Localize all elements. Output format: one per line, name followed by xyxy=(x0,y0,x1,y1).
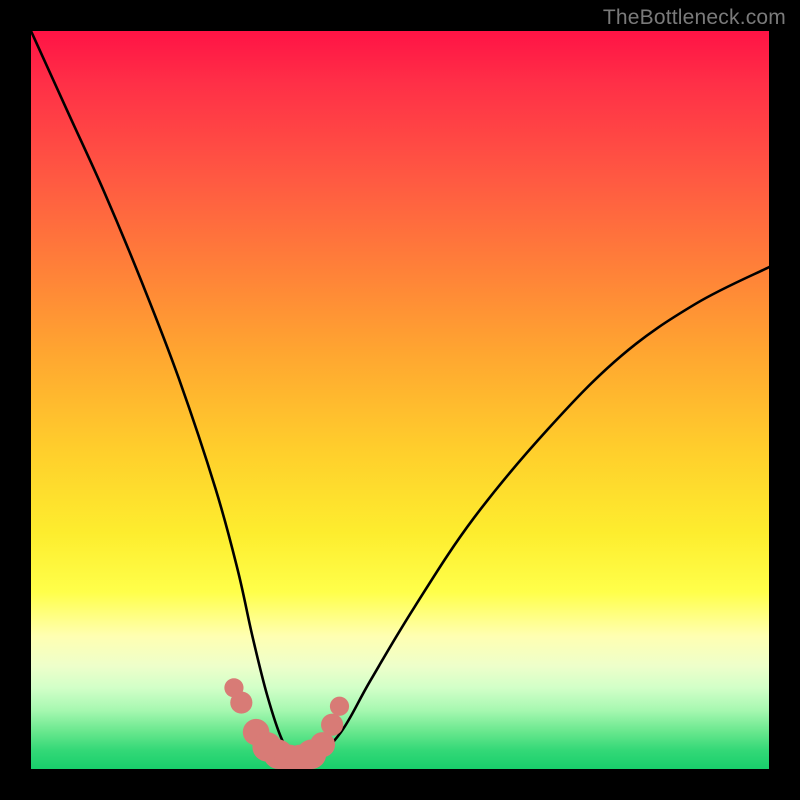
watermark-text: TheBottleneck.com xyxy=(603,6,786,30)
highlight-dot xyxy=(321,714,343,736)
highlight-dot xyxy=(310,732,335,757)
curve-layer xyxy=(31,31,769,769)
chart-frame: TheBottleneck.com xyxy=(0,0,800,800)
highlight-dot xyxy=(230,692,252,714)
highlight-dot xyxy=(330,697,349,716)
plot-area xyxy=(31,31,769,769)
bottleneck-curve xyxy=(31,31,769,765)
